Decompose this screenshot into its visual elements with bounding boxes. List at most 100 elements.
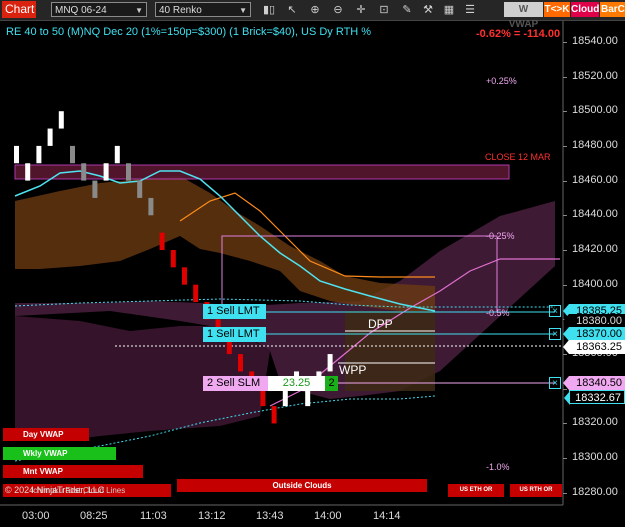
- first-cloud-lines-button[interactable]: Ichimoku First Cloud Lines © 2024 NinjaT…: [3, 484, 171, 497]
- pct-minus-025: -0.25%: [486, 231, 515, 241]
- renko-brick-down: [70, 145, 75, 164]
- price-tick-mark: [563, 145, 567, 147]
- time-tick-label: 11:03: [140, 510, 167, 522]
- instrument-value: MNQ 06-24: [55, 5, 107, 16]
- chevron-down-icon: ▼: [239, 6, 247, 15]
- order-price-tag-3: 18340.50: [563, 376, 625, 390]
- close-order-icon[interactable]: ×: [549, 328, 561, 340]
- zoom-in-icon[interactable]: ⊕: [307, 3, 323, 17]
- time-tick-label: 08:25: [80, 510, 108, 522]
- price-tick-label: 18440.00: [572, 208, 618, 221]
- chevron-down-icon: ▼: [135, 6, 143, 15]
- price-tick-label: 18420.00: [572, 242, 618, 255]
- dpp-label: DPP: [368, 317, 393, 331]
- bars-icon[interactable]: ▮▯: [261, 3, 277, 17]
- renko-brick-down: [182, 267, 187, 285]
- chart-toolbar: Chart MNQ 06-24 ▼ 40 Renko ▼ ▮▯ ↖ ⊕ ⊖ ✛ …: [0, 0, 625, 30]
- price-tick-mark: [563, 76, 567, 78]
- order-label-2[interactable]: 1 Sell LMT: [203, 327, 266, 342]
- day-vwap-button[interactable]: Day VWAP: [3, 428, 89, 441]
- price-tick-label: 18460.00: [572, 173, 618, 186]
- price-tick-mark: [563, 41, 567, 43]
- renko-brick-up: [103, 163, 109, 181]
- renko-brick-down: [92, 180, 98, 198]
- outside-clouds-button[interactable]: Outside Clouds: [177, 479, 427, 492]
- renko-brick-down: [126, 163, 131, 181]
- time-tick-label: 14:14: [373, 510, 401, 522]
- cursor-icon[interactable]: ↖: [284, 3, 300, 17]
- renko-brick-up: [327, 354, 333, 372]
- order-quantity[interactable]: 2: [325, 376, 338, 391]
- instrument-selector[interactable]: MNQ 06-24 ▼: [51, 2, 147, 17]
- price-tick-mark: [563, 249, 567, 251]
- price-tick-mark: [563, 354, 567, 356]
- change-readout: -0.62% = -114.00: [476, 28, 561, 40]
- price-tick-label: 18520.00: [572, 69, 618, 82]
- us-eth-or-button[interactable]: US ETH OR: [448, 484, 504, 497]
- time-tick-label: 03:00: [22, 510, 50, 522]
- renko-brick-up: [58, 111, 64, 129]
- vwap-price-tag: 18332.67: [564, 390, 625, 405]
- time-tick-label: 13:12: [198, 510, 226, 522]
- close-12-mar-label: CLOSE 12 MAR: [485, 152, 551, 162]
- price-tick-label: 18400.00: [572, 277, 618, 290]
- order-price-tag-2: 18370.00: [563, 327, 625, 341]
- renko-brick-down: [81, 163, 87, 181]
- close-12-mar-zone: [14, 164, 510, 180]
- copyright-text: © 2024 NinjaTrader, LLC: [5, 485, 105, 495]
- barco-button[interactable]: BarCo: [600, 2, 625, 17]
- price-tick-label: 18280.00: [572, 485, 618, 498]
- bar-type-value: 40 Renko: [159, 5, 202, 16]
- price-tick-label: 18500.00: [572, 104, 618, 117]
- us-rth-or-button[interactable]: US RTH OR: [510, 484, 562, 497]
- tk-button[interactable]: T<>K: [544, 2, 570, 17]
- pencil-icon[interactable]: ✎: [399, 3, 415, 17]
- renko-brick-down: [148, 197, 154, 216]
- bar-type-selector[interactable]: 40 Renko ▼: [155, 2, 251, 17]
- pct-minus-10: -1.0%: [486, 462, 510, 472]
- ruler-icon[interactable]: ⊡: [376, 3, 392, 17]
- renko-brick-up: [114, 145, 120, 164]
- price-tick-mark: [563, 111, 567, 113]
- zoom-out-icon[interactable]: ⊖: [330, 3, 346, 17]
- wpp-label: WPP: [339, 363, 367, 377]
- renko-brick-up: [36, 145, 42, 164]
- dotted-line-price-tag: 18380.00: [563, 314, 625, 328]
- price-tick-mark: [563, 423, 567, 425]
- w-vwap-button[interactable]: W VWAP: [504, 2, 543, 30]
- renko-brick-down: [159, 232, 165, 250]
- price-tick-mark: [563, 492, 567, 494]
- close-order-icon[interactable]: ×: [549, 377, 561, 389]
- price-tick-mark: [563, 215, 567, 217]
- price-tick-mark: [563, 180, 567, 182]
- renko-brick-down: [260, 388, 266, 407]
- pct-minus-05: -0.5%: [486, 308, 510, 318]
- close-order-icon[interactable]: ×: [549, 305, 561, 317]
- tools-icon[interactable]: ⚒: [420, 3, 436, 17]
- price-tick-label: 18320.00: [572, 416, 618, 429]
- order-label-3[interactable]: 2 Sell SLM: [203, 376, 268, 391]
- renko-brick-up: [14, 145, 19, 164]
- renko-brick-up: [47, 128, 53, 146]
- price-tick-mark: [563, 284, 567, 286]
- renko-brick-down: [238, 354, 243, 372]
- renko-brick-down: [137, 180, 143, 198]
- time-tick-label: 14:00: [314, 510, 342, 522]
- mnt-vwap-button[interactable]: Mnt VWAP: [3, 465, 143, 478]
- price-tick-label: 18480.00: [572, 138, 618, 151]
- instrument-info: RE 40 to 50 (M)NQ Dec 20 (1%=150p=$300) …: [6, 26, 372, 38]
- wkly-vwap-button[interactable]: Wkly VWAP: [3, 447, 116, 460]
- renko-brick-down: [193, 284, 199, 303]
- order-label-1[interactable]: 1 Sell LMT: [203, 304, 266, 319]
- order-pnl-value: 23.25: [268, 376, 325, 391]
- properties-icon[interactable]: ☰: [462, 3, 478, 17]
- current-price-tag: 18363.25: [563, 340, 625, 354]
- crosshair-icon[interactable]: ✛: [353, 3, 369, 17]
- renko-brick-up: [305, 388, 311, 407]
- cloud-button[interactable]: Cloud: [571, 2, 599, 17]
- renko-brick-up: [25, 163, 31, 181]
- data-box-icon[interactable]: ▦: [441, 3, 457, 17]
- renko-brick-down: [271, 406, 277, 424]
- renko-brick-down: [170, 249, 176, 268]
- renko-brick-up: [282, 388, 288, 407]
